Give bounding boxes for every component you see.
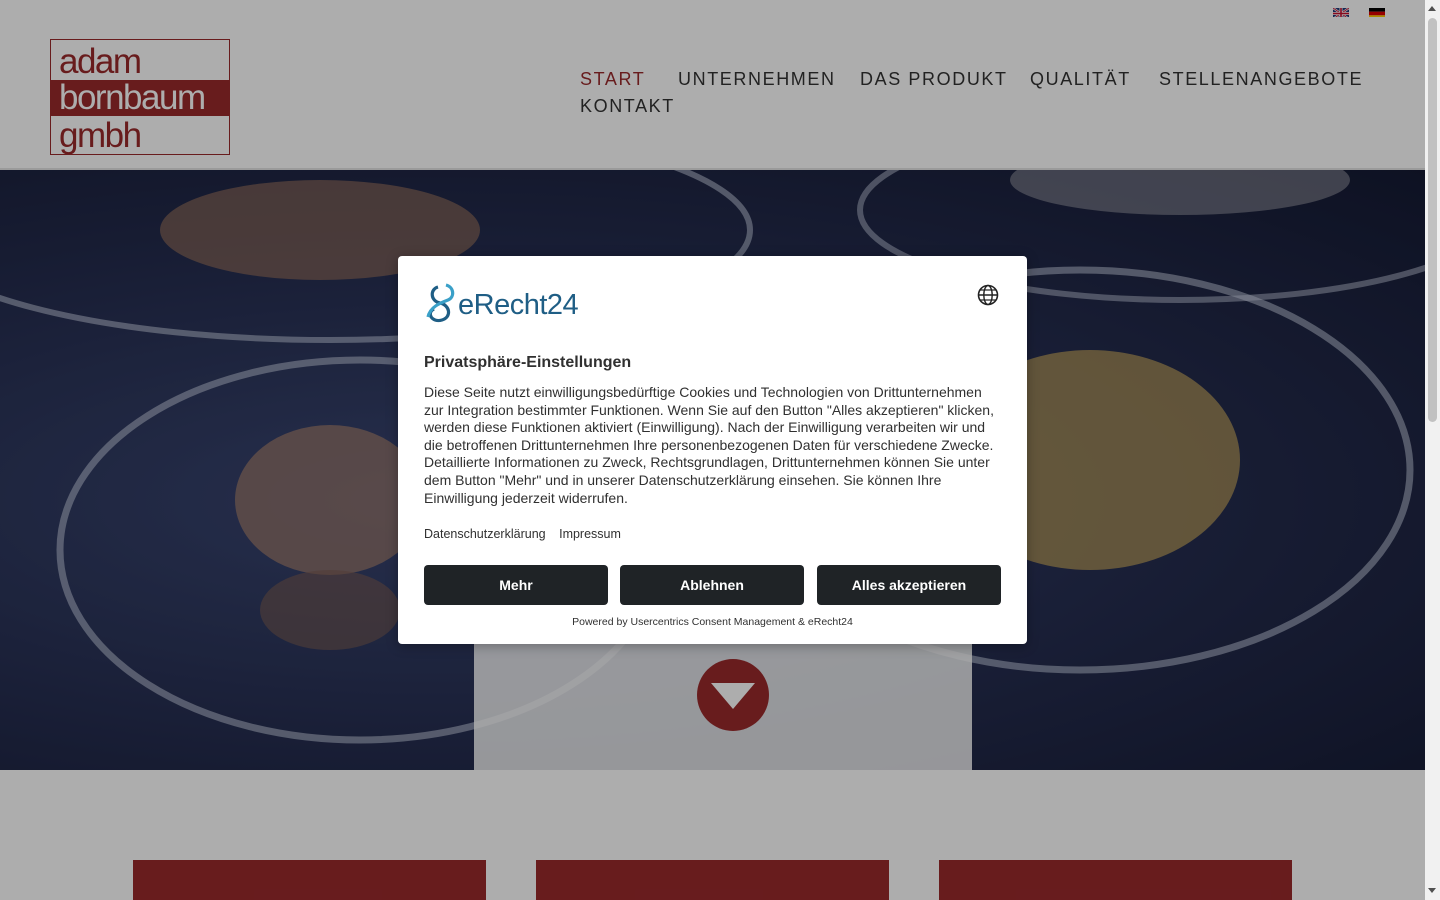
more-button[interactable]: Mehr [424,565,608,605]
imprint-link[interactable]: Impressum [559,527,621,541]
erecht24-logo-icon [426,283,455,323]
globe-icon[interactable] [977,284,999,306]
page-scrollbar[interactable] [1425,0,1440,900]
consent-dialog: eRecht24 Privatsphäre-Einstellungen Dies… [398,256,1027,644]
consent-links: Datenschutzerklärung Impressum [424,527,631,541]
accept-all-button[interactable]: Alles akzeptieren [817,565,1001,605]
erecht24-logo-text: eRecht24 [458,289,579,321]
decline-button[interactable]: Ablehnen [620,565,804,605]
consent-title: Privatsphäre-Einstellungen [424,354,632,371]
powered-by-text: Powered by Usercentrics Consent Manageme… [572,616,853,628]
scroll-up-arrow-icon[interactable] [1428,6,1436,11]
consent-body-text: Diese Seite nutzt einwilligungsbedürftig… [424,384,994,506]
privacy-policy-link[interactable]: Datenschutzerklärung [424,527,546,541]
scrollbar-thumb[interactable] [1428,18,1437,422]
scroll-down-arrow-icon[interactable] [1428,888,1436,893]
erecht24-logo: eRecht24 [424,283,584,323]
